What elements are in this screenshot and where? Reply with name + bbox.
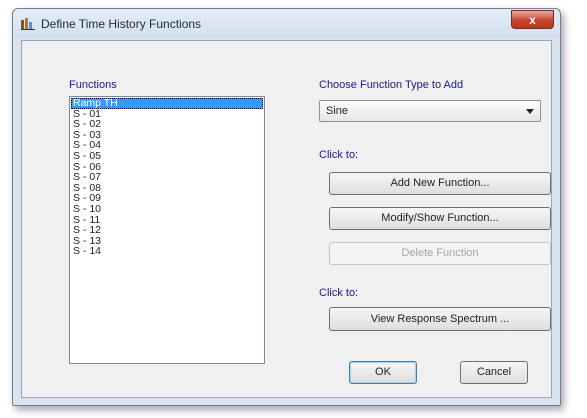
list-item[interactable]: S - 10 <box>71 204 263 215</box>
modify-show-function-button[interactable]: Modify/Show Function... <box>329 207 551 230</box>
list-item[interactable]: S - 05 <box>71 151 263 162</box>
click-to-label: Click to: <box>319 287 359 299</box>
ok-button[interactable]: OK <box>349 361 417 384</box>
functions-label: Functions <box>69 79 117 91</box>
list-item[interactable]: Ramp TH <box>71 98 263 109</box>
close-icon: x <box>529 13 536 27</box>
function-type-dropdown[interactable]: Sine <box>319 100 541 122</box>
function-type-value: Sine <box>326 105 349 117</box>
window-title: Define Time History Functions <box>41 17 202 31</box>
view-response-spectrum-button[interactable]: View Response Spectrum ... <box>329 307 551 331</box>
chevron-down-icon[interactable] <box>526 109 534 114</box>
click-to-label: Click to: <box>319 149 359 161</box>
list-item[interactable]: S - 14 <box>71 246 263 257</box>
functions-listbox[interactable]: Ramp TH S - 01 S - 02 S - 03 S - 04 S - … <box>69 96 265 364</box>
function-type-label: Choose Function Type to Add <box>319 79 464 91</box>
cancel-button[interactable]: Cancel <box>460 361 528 384</box>
title-bar[interactable]: Define Time History Functions x <box>13 9 560 39</box>
delete-function-button[interactable]: Delete Function <box>329 242 551 265</box>
app-icon <box>21 18 35 30</box>
dialog-body: Functions Ramp TH S - 01 S - 02 S - 03 S… <box>21 40 552 398</box>
add-new-function-button[interactable]: Add New Function... <box>329 172 551 195</box>
define-time-history-functions-dialog: Define Time History Functions x Function… <box>12 8 561 406</box>
close-button[interactable]: x <box>511 10 554 29</box>
